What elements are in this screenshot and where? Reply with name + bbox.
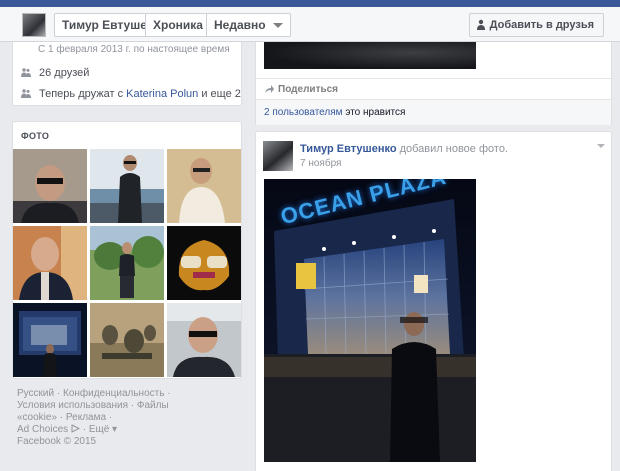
ad-choices-icon[interactable] <box>71 424 81 433</box>
post-timestamp[interactable]: 7 ноября <box>300 158 341 169</box>
photo-post: Тимур Евтушенко добавил новое фото. 7 но… <box>255 131 612 471</box>
photo-thumbnail[interactable] <box>167 149 241 223</box>
likes-summary: 2 пользователям это нравится <box>256 100 611 125</box>
footer-copyright: Facebook © 2015 <box>17 436 97 447</box>
profile-avatar[interactable] <box>22 13 46 37</box>
friends-icon <box>21 68 31 77</box>
chevron-down-icon <box>272 23 283 28</box>
friends-now-icon <box>21 89 31 98</box>
post-actions: Поделиться <box>256 78 611 100</box>
likes-link[interactable]: 2 пользователям <box>264 107 343 118</box>
post-header: Тимур Евтушенко добавил новое фото. <box>300 143 508 155</box>
photo-thumbnail[interactable] <box>167 226 241 300</box>
chevron-down-icon[interactable] <box>597 144 605 148</box>
footer-link-ad-choices[interactable]: Ad Choices <box>17 424 68 435</box>
chronicle-label: Хроника <box>153 18 203 32</box>
previous-post: Поделиться 2 пользователям это нравится <box>255 42 612 125</box>
photos-title[interactable]: ФОТО <box>21 131 49 141</box>
post-author-link[interactable]: Тимур Евтушенко <box>300 143 397 155</box>
footer-link-ads[interactable]: Реклама <box>66 412 106 423</box>
photo-thumbnail[interactable] <box>90 149 164 223</box>
share-icon <box>265 85 274 93</box>
post-author-avatar[interactable] <box>263 141 293 171</box>
timeline-top-bar: Тимур Евтушенко Хроника Недавно Добавить… <box>0 0 620 42</box>
post-photo[interactable]: OCEAN PLAZA <box>264 179 476 462</box>
friends-count: 26 друзей <box>39 67 90 79</box>
footer-links: Русский · Конфиденциальность · Условия и… <box>17 388 171 447</box>
likes-suffix: это нравится <box>342 107 406 118</box>
photos-card: ФОТО <box>12 121 242 379</box>
since-text: С 1 февраля 2013 г. по настоящее время <box>38 44 230 55</box>
footer-link-privacy[interactable]: Конфиденциальность <box>63 388 164 399</box>
friends-now-prefix: Теперь дружат с <box>39 88 127 100</box>
friend-link[interactable]: Katerina Polun <box>126 88 198 100</box>
add-friend-label: Добавить в друзья <box>489 19 594 31</box>
recent-dropdown[interactable]: Недавно <box>206 13 291 37</box>
recent-label: Недавно <box>214 18 266 32</box>
friends-now-row: Теперь дружат с Katerina Polun и еще 2 <box>21 87 241 101</box>
post-action-text: добавил новое фото. <box>396 143 508 155</box>
photo-thumbnail[interactable] <box>90 303 164 377</box>
photo-thumbnail[interactable] <box>13 226 87 300</box>
about-card: С 1 февраля 2013 г. по настоящее время 2… <box>12 42 242 106</box>
previous-post-photo[interactable] <box>264 42 476 69</box>
photo-thumbnail[interactable] <box>90 226 164 300</box>
share-button[interactable]: Поделиться <box>278 84 338 95</box>
photo-thumbnail[interactable] <box>13 149 87 223</box>
photo-thumbnail[interactable] <box>167 303 241 377</box>
footer-link-more[interactable]: Ещё <box>89 424 109 435</box>
add-person-icon <box>476 19 485 30</box>
footer-link-language[interactable]: Русский <box>17 388 54 399</box>
friends-now-suffix[interactable]: и еще 2 <box>198 88 241 100</box>
footer-link-terms[interactable]: Условия использования <box>17 400 128 411</box>
photo-thumbnail[interactable] <box>13 303 87 377</box>
add-friend-button[interactable]: Добавить в друзья <box>468 13 604 37</box>
friends-row[interactable]: 26 друзей <box>21 66 89 80</box>
